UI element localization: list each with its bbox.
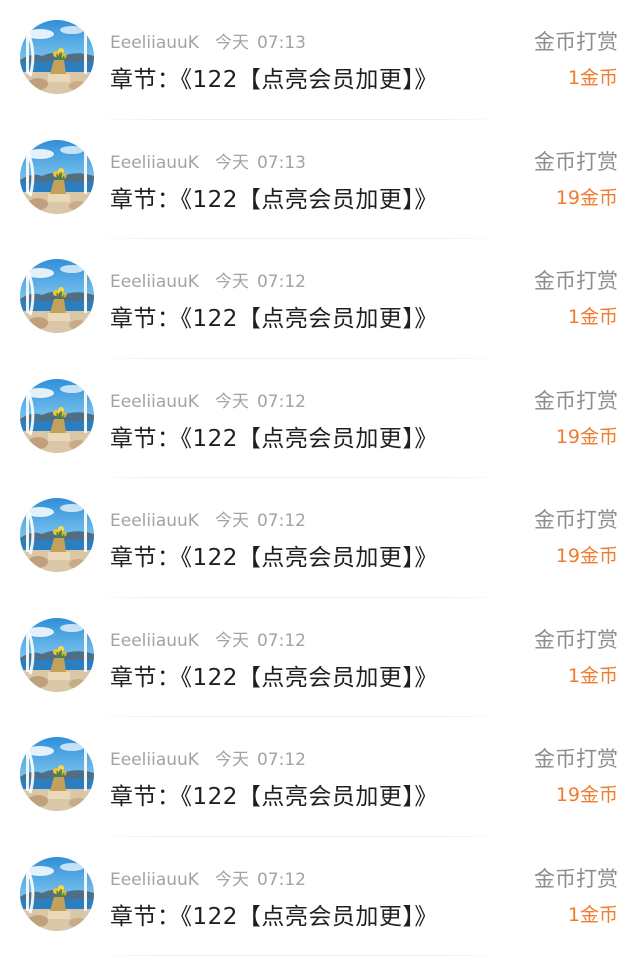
time-label: 07:12 <box>256 511 306 531</box>
chapter-title: 章节：《122【点亮会员加更】》 <box>110 186 438 213</box>
username[interactable]: EeeliiauuK <box>110 272 199 292</box>
username[interactable]: EeeliiauuK <box>110 631 199 651</box>
date-label: 今天 <box>214 391 249 412</box>
reward-amount: 1金币 <box>567 664 618 687</box>
reward-amount: 19金币 <box>555 784 618 806</box>
avatar-image <box>20 259 94 333</box>
chapter-title: 章节：《122【点亮会员加更】》 <box>110 784 438 810</box>
time-label: 07:12 <box>256 750 306 770</box>
chapter-title: 章节：《122【点亮会员加更】》 <box>110 67 438 93</box>
reward-meta: EeeliiauuK 今天 07:13 <box>110 28 306 53</box>
username[interactable]: EeeliiauuK <box>110 33 199 53</box>
avatar[interactable] <box>20 856 94 931</box>
time-label: 07:12 <box>256 272 306 292</box>
reward-type-label: 金币打赏 <box>534 866 618 891</box>
reward-type-label: 金币打赏 <box>534 30 618 54</box>
reward-type-label: 金币打赏 <box>534 747 618 771</box>
chapter-title: 章节：《122【点亮会员加更】》 <box>110 903 438 930</box>
reward-type-label: 金币打赏 <box>534 508 618 532</box>
reward-type-label: 金币打赏 <box>534 388 618 413</box>
time-label: 07:12 <box>256 630 306 651</box>
reward-meta: EeeliiauuK 今天 07:12 <box>110 387 306 412</box>
username[interactable]: EeeliiauuK <box>110 870 199 890</box>
time-label: 07:12 <box>256 869 306 890</box>
username[interactable]: EeeliiauuK <box>110 153 199 173</box>
reward-amount: 19金币 <box>555 425 618 448</box>
avatar-image <box>20 856 94 931</box>
reward-row[interactable]: EeeliiauuK 今天 07:12 章节：《122【点亮会员加更】》 金币打赏 … <box>0 478 640 598</box>
avatar-image <box>20 498 94 572</box>
row-divider <box>96 955 502 956</box>
reward-meta: EeeliiauuK 今天 07:13 <box>110 148 306 173</box>
avatar[interactable] <box>20 378 94 453</box>
reward-row[interactable]: EeeliiauuK 今天 07:12 章节：《122【点亮会员加更】》 金币打赏 … <box>0 598 640 717</box>
avatar-image <box>20 20 94 94</box>
avatar[interactable] <box>20 617 94 692</box>
reward-meta: EeeliiauuK 今天 07:12 <box>110 626 306 651</box>
reward-row[interactable]: EeeliiauuK 今天 07:12 章节：《122【点亮会员加更】》 金币打赏 … <box>0 239 640 359</box>
reward-meta: EeeliiauuK 今天 07:12 <box>110 745 306 770</box>
avatar[interactable] <box>20 139 94 214</box>
reward-row[interactable]: EeeliiauuK 今天 07:13 章节：《122【点亮会员加更】》 金币打赏 … <box>0 120 640 239</box>
chapter-title: 章节：《122【点亮会员加更】》 <box>110 664 438 691</box>
reward-row[interactable]: EeeliiauuK 今天 07:12 章节：《122【点亮会员加更】》 金币打赏 … <box>0 717 640 837</box>
reward-record-list: EeeliiauuK 今天 07:13 章节：《122【点亮会员加更】》 金币打赏 … <box>0 0 640 963</box>
avatar-image <box>20 617 94 692</box>
avatar[interactable] <box>20 20 94 94</box>
chapter-title: 章节：《122【点亮会员加更】》 <box>110 306 438 332</box>
date-label: 今天 <box>214 272 249 292</box>
avatar[interactable] <box>20 498 94 572</box>
time-label: 07:13 <box>256 33 306 53</box>
avatar[interactable] <box>20 259 94 333</box>
avatar-image <box>20 378 94 453</box>
avatar-image <box>20 737 94 811</box>
reward-meta: EeeliiauuK 今天 07:12 <box>110 267 306 292</box>
reward-type-label: 金币打赏 <box>534 149 618 174</box>
reward-row[interactable]: EeeliiauuK 今天 07:13 章节：《122【点亮会员加更】》 金币打赏 … <box>0 0 640 120</box>
username[interactable]: EeeliiauuK <box>110 392 199 412</box>
date-label: 今天 <box>214 33 249 53</box>
reward-meta: EeeliiauuK 今天 07:12 <box>110 506 306 531</box>
reward-amount: 19金币 <box>555 186 618 209</box>
date-label: 今天 <box>214 511 249 531</box>
time-label: 07:13 <box>256 152 306 173</box>
reward-amount: 1金币 <box>567 306 618 328</box>
date-label: 今天 <box>214 750 249 770</box>
date-label: 今天 <box>214 630 249 651</box>
reward-amount: 1金币 <box>567 903 618 926</box>
time-label: 07:12 <box>256 391 306 412</box>
avatar[interactable] <box>20 737 94 811</box>
chapter-title: 章节：《122【点亮会员加更】》 <box>110 545 438 571</box>
username[interactable]: EeeliiauuK <box>110 750 199 770</box>
reward-type-label: 金币打赏 <box>534 627 618 652</box>
reward-row[interactable]: EeeliiauuK 今天 07:12 章节：《122【点亮会员加更】》 金币打赏 … <box>0 359 640 478</box>
reward-amount: 1金币 <box>567 67 618 89</box>
chapter-title: 章节：《122【点亮会员加更】》 <box>110 425 438 452</box>
date-label: 今天 <box>214 152 249 173</box>
avatar-image <box>20 139 94 214</box>
username[interactable]: EeeliiauuK <box>110 511 199 531</box>
reward-row[interactable]: EeeliiauuK 今天 07:12 章节：《122【点亮会员加更】》 金币打赏 … <box>0 837 640 956</box>
date-label: 今天 <box>214 869 249 890</box>
reward-amount: 19金币 <box>555 545 618 567</box>
reward-meta: EeeliiauuK 今天 07:12 <box>110 865 306 890</box>
reward-type-label: 金币打赏 <box>534 269 618 293</box>
